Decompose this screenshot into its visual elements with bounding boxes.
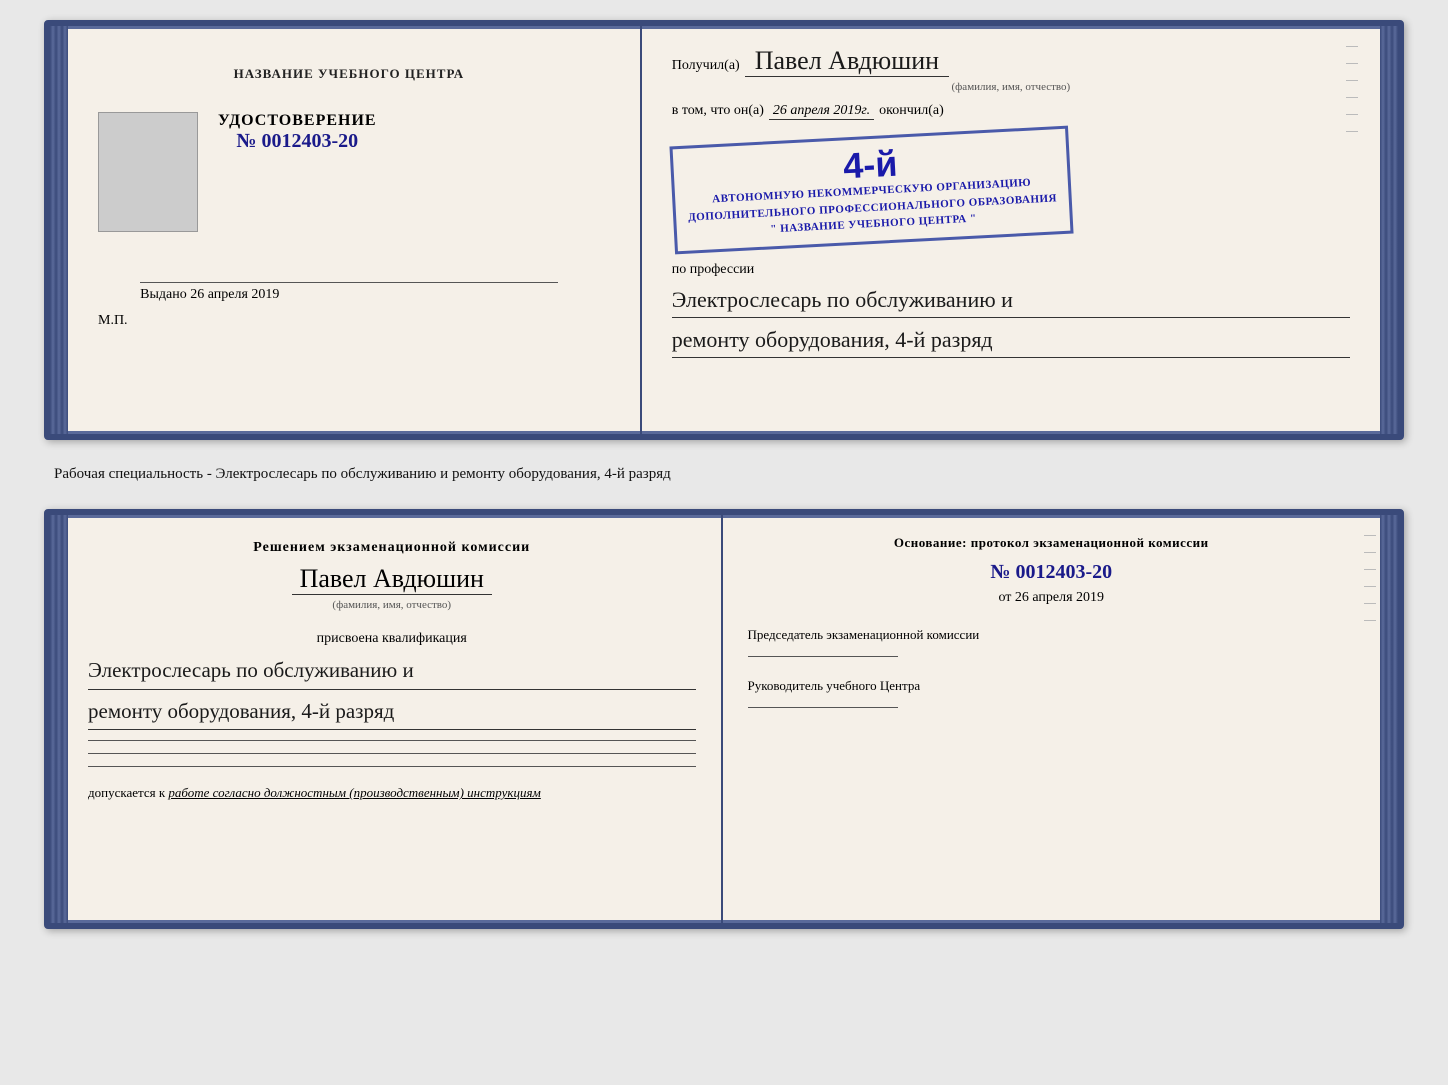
bottom-card-left: Решением экзаменационной комиссии Павел … [68,515,723,923]
poluchil-label: Получил(а) [672,58,740,74]
udostoverenie-block: УДОСТОВЕРЕНИЕ № 0012403-20 [218,112,377,153]
profession-line2: ремонту оборудования, 4-й разряд [672,322,1350,358]
top-card-right: Получил(а) Павел Авдюшин (фамилия, имя, … [642,26,1380,434]
vydano-line: Выдано 26 апреля 2019 [140,282,557,303]
side-decoration-bottom [1364,535,1376,903]
osnovanie-title: Основание: протокол экзаменационной коми… [748,535,1356,551]
vydano-date: 26 апреля 2019 [190,287,279,302]
spine-left [50,26,68,434]
ot-date-value: 26 апреля 2019 [1015,590,1104,605]
poluchil-line: Получил(а) Павел Авдюшин [672,46,1350,77]
profession-line1: Электрослесарь по обслуживанию и [672,282,1350,318]
rukovoditel-signature-line [748,707,898,708]
dopuskaetsya-line: допускается к работе согласно должностны… [88,785,696,801]
vtom-label: в том, что он(а) [672,103,764,119]
recipient-name-top: Павел Авдюшин [745,46,949,77]
udostoverenie-title: УДОСТОВЕРЕНИЕ [218,112,377,130]
rukovoditel-label: Руководитель учебного Центра [748,677,1356,695]
vydano-label: Выдано [140,287,187,302]
ot-date: от 26 апреля 2019 [748,590,1356,606]
po-professii-label: по профессии [672,262,1350,278]
top-card-left: НАЗВАНИЕ УЧЕБНОГО ЦЕНТРА УДОСТОВЕРЕНИЕ №… [68,26,642,434]
spine-right-top [1380,26,1398,434]
vtom-line: в том, что он(а) 26 апреля 2019г. окончи… [672,103,1350,120]
bottom-line-2 [88,753,696,754]
ot-label: от [998,590,1011,605]
bottom-line-3 [88,766,696,767]
vtom-date: 26 апреля 2019г. [769,103,874,120]
okonchil-label: окончил(а) [879,103,944,119]
dopuskaetsya-value: работе согласно должностным (производств… [168,785,540,800]
bottom-card-right: Основание: протокол экзаменационной коми… [723,515,1381,923]
kvalif-line1: Электрослесарь по обслуживанию и [88,653,696,690]
fio-label-top: (фамилия, имя, отчество) [672,81,1350,93]
mp-label: М.П. [98,313,128,329]
bottom-document-card: Решением экзаменационной комиссии Павел … [44,509,1404,929]
udostoverenie-number: № 0012403-20 [218,130,377,153]
prisvoena-label: присвоена квалификация [88,631,696,647]
protocol-number: № 0012403-20 [748,561,1356,584]
spine-left-bottom [50,515,68,923]
kvalif-line2: ремонту оборудования, 4-й разряд [88,694,696,731]
predsedatel-signature-line [748,656,898,657]
side-decoration [1346,46,1358,414]
stamp-block: 4-й АВТОНОМНУЮ НЕКОММЕРЧЕСКУЮ ОРГАНИЗАЦИ… [669,126,1073,254]
resheniem-title: Решением экзаменационной комиссии [88,540,696,556]
photo-placeholder [98,112,198,232]
spine-right-bottom [1380,515,1398,923]
dopuskaetsya-label: допускается к [88,785,165,800]
specialty-text: Рабочая специальность - Электрослесарь п… [44,458,1404,491]
training-center-title: НАЗВАНИЕ УЧЕБНОГО ЦЕНТРА [234,66,465,82]
fio-label-bottom: (фамилия, имя, отчество) [88,599,696,611]
specialty-text-content: Рабочая специальность - Электрослесарь п… [54,466,671,482]
bottom-line-1 [88,740,696,741]
predsedatel-label: Председатель экзаменационной комиссии [748,626,1356,644]
recipient-name-bottom: Павел Авдюшин [292,564,492,595]
stamp-wrapper: 4-й АВТОНОМНУЮ НЕКОММЕРЧЕСКУЮ ОРГАНИЗАЦИ… [672,130,1350,254]
top-document-card: НАЗВАНИЕ УЧЕБНОГО ЦЕНТРА УДОСТОВЕРЕНИЕ №… [44,20,1404,440]
